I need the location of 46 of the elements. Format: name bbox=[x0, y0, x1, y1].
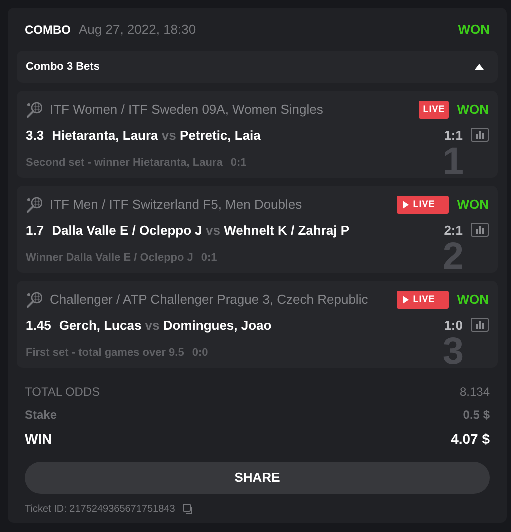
market: Second set - winner Hietaranta, Laura bbox=[26, 157, 223, 169]
stats-icon[interactable] bbox=[471, 128, 489, 142]
tennis-racket-icon bbox=[26, 196, 42, 213]
copy-icon[interactable] bbox=[183, 504, 194, 515]
total-value: 8.134 bbox=[460, 384, 490, 400]
league-name: ITF Women / ITF Sweden 09A, Women Singles bbox=[50, 101, 324, 119]
ticket-id: Ticket ID: 2175249365671751843 bbox=[25, 503, 176, 517]
tennis-racket-icon bbox=[26, 292, 42, 308]
live-badge: LIVE bbox=[397, 196, 450, 214]
tennis-racket-icon bbox=[26, 102, 42, 118]
match-name: Hietaranta, Laura vs Petretic, Laia bbox=[52, 126, 261, 144]
score: 2:1 bbox=[444, 222, 463, 240]
status-label: WON bbox=[458, 20, 490, 39]
score: 1:0 bbox=[444, 316, 463, 334]
share-button[interactable]: SHARE bbox=[25, 462, 490, 494]
market: Winner Dalla Valle E / Ocleppo J bbox=[26, 252, 194, 264]
league-name: ITF Men / ITF Switzerland F5, Men Doubles bbox=[50, 196, 302, 214]
stats-icon[interactable] bbox=[471, 223, 489, 238]
play-icon bbox=[403, 200, 410, 209]
total-value: 4.07 $ bbox=[451, 430, 490, 448]
total-label: TOTAL ODDS bbox=[25, 384, 100, 400]
total-label: Stake bbox=[25, 406, 58, 424]
league-name: Challenger / ATP Challenger Prague 3, Czech Republic bbox=[50, 291, 368, 309]
odds: 3.3 bbox=[26, 126, 44, 144]
market-score: 0:0 bbox=[192, 347, 208, 359]
score: 1:1 bbox=[444, 126, 463, 144]
odds: 1.45 bbox=[26, 316, 52, 334]
status-label: WON bbox=[457, 101, 489, 119]
date-time: Aug 27, 2022, 18:30 bbox=[79, 20, 196, 39]
bet-type: COMBO bbox=[25, 22, 71, 38]
market: First set - total games over 9.5 bbox=[26, 347, 184, 359]
odds: 1.7 bbox=[26, 222, 44, 240]
live-badge: LIVE bbox=[397, 291, 450, 308]
group-header[interactable]: Combo 3 Bets bbox=[17, 51, 498, 83]
match-name: Dalla Valle E / Ocleppo J vs Wehnelt K / Zahraj P bbox=[52, 222, 350, 240]
status-label: WON bbox=[457, 291, 489, 309]
collapse-icon[interactable] bbox=[475, 64, 484, 70]
status-label: WON bbox=[457, 196, 489, 214]
stats-icon[interactable] bbox=[471, 318, 489, 332]
market-score: 0:1 bbox=[201, 252, 218, 264]
match-name: Gerch, Lucas vs Domingues, Joao bbox=[59, 316, 272, 335]
total-label: WIN bbox=[25, 430, 52, 448]
total-value: 0.5 $ bbox=[463, 406, 490, 424]
market-score: 0:1 bbox=[230, 157, 247, 169]
live-badge: LIVE bbox=[419, 101, 450, 118]
play-icon bbox=[403, 296, 410, 304]
